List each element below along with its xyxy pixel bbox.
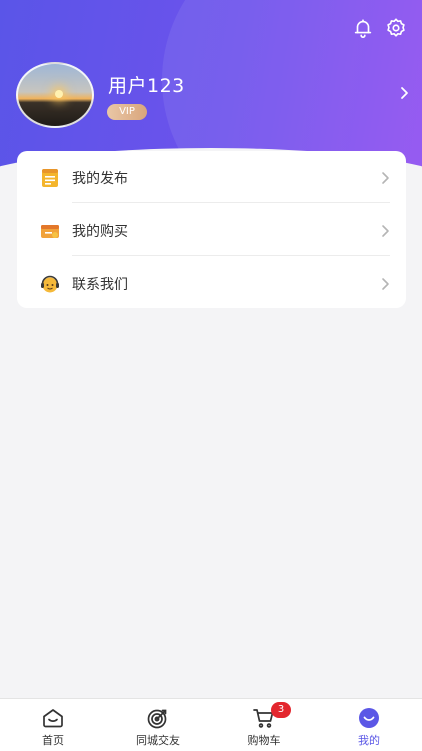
gear-icon[interactable] — [384, 16, 408, 40]
tab-label: 同城交友 — [136, 734, 180, 747]
username: 用户123 — [108, 75, 185, 97]
chevron-right-icon — [381, 170, 391, 186]
tab-label: 首页 — [42, 734, 64, 747]
menu-card: 我的发布 我的购买 联系我们 — [17, 151, 406, 308]
header-decoration — [162, 0, 422, 170]
menu-item-my-purchases[interactable]: 我的购买 — [17, 204, 406, 256]
profile-header: 用户123 VIP — [0, 0, 422, 170]
vip-badge: VIP — [107, 104, 147, 120]
avatar-sunset — [55, 90, 63, 98]
tab-local-dating[interactable]: 同城交友 — [118, 699, 198, 751]
tab-label: 我的 — [358, 734, 380, 747]
cart-count-badge: 3 — [271, 702, 291, 718]
notepad-icon — [39, 167, 61, 189]
home-icon — [41, 706, 65, 730]
tab-bar: 首页 同城交友 3 购物车 我的 — [0, 698, 422, 751]
avatar[interactable] — [16, 62, 94, 128]
menu-item-label: 联系我们 — [72, 277, 128, 293]
menu-item-contact-us[interactable]: 联系我们 — [17, 257, 406, 309]
divider — [72, 202, 390, 203]
menu-item-my-posts[interactable]: 我的发布 — [17, 151, 406, 203]
customer-service-icon — [39, 273, 61, 295]
smile-face-icon — [357, 706, 381, 730]
chevron-right-icon — [381, 223, 391, 239]
chevron-right-icon — [381, 276, 391, 292]
bell-icon[interactable] — [351, 16, 375, 40]
divider — [72, 255, 390, 256]
menu-item-label: 我的发布 — [72, 171, 128, 187]
chevron-right-icon[interactable] — [398, 84, 412, 102]
tab-home[interactable]: 首页 — [13, 699, 93, 751]
tab-cart[interactable]: 3 购物车 — [224, 699, 304, 751]
target-icon — [146, 706, 170, 730]
menu-item-label: 我的购买 — [72, 224, 128, 240]
tab-mine[interactable]: 我的 — [329, 699, 409, 751]
purchase-box-icon — [39, 220, 61, 242]
tab-label: 购物车 — [247, 734, 281, 747]
